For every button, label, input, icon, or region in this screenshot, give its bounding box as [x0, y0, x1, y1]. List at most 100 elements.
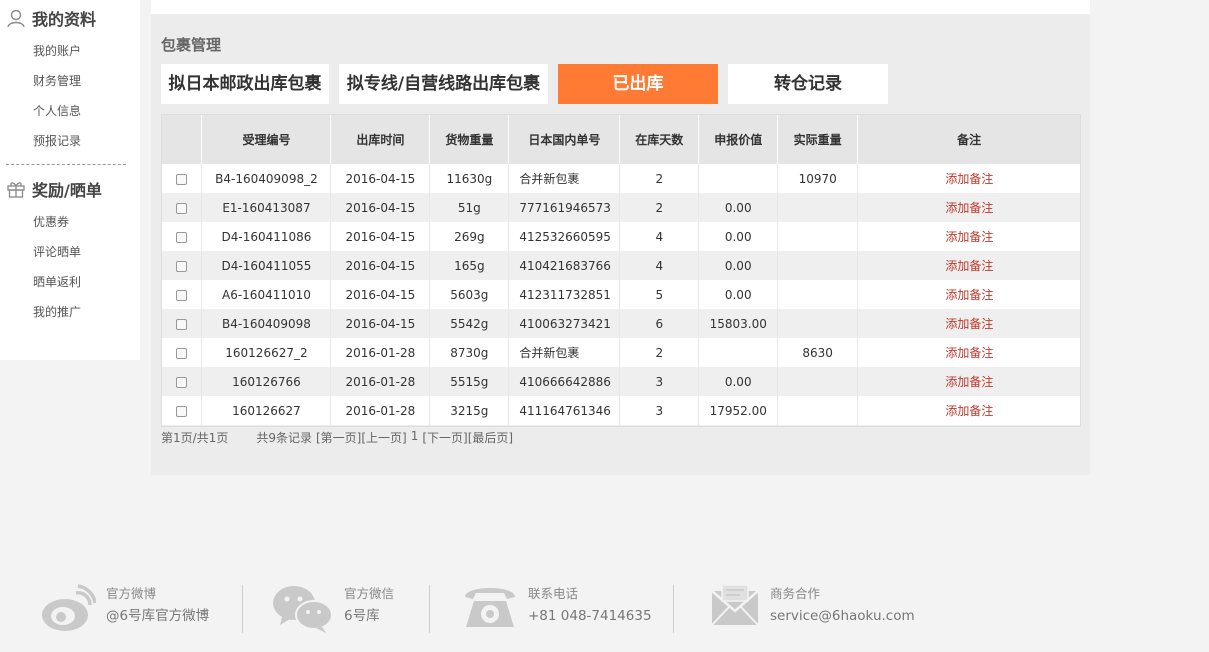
current-page: 1 [410, 429, 419, 443]
row-checkbox[interactable] [175, 173, 187, 185]
footer-weibo-value: @6号库官方微博 [106, 608, 210, 624]
row-checkbox[interactable] [175, 376, 187, 388]
cell-id: B4-160409098 [201, 309, 332, 338]
row-checkbox[interactable] [175, 202, 187, 214]
sidebar-rewards-item-1[interactable]: 评论晒单 [0, 237, 140, 267]
footer-weibo[interactable]: 官方微博 @6号库官方微博 [40, 583, 209, 633]
add-note-link[interactable]: 添加备注 [857, 338, 1081, 367]
footer-divider [673, 585, 674, 633]
sidebar-profile-item-2[interactable]: 个人信息 [0, 96, 140, 126]
cell-days: 6 [619, 309, 700, 338]
footer-business-value: service@6haoku.com [770, 608, 915, 624]
add-note-link[interactable]: 添加备注 [857, 193, 1081, 222]
top-strip [151, 0, 1090, 14]
cell-id: 160126627 [201, 396, 332, 425]
cell-weight: 5603g [429, 280, 510, 309]
cell-days: 4 [619, 222, 700, 251]
column-header-0 [161, 114, 203, 164]
first-page-link[interactable]: [第一页] [316, 429, 361, 446]
tab-jp-post-pending[interactable]: 拟日本邮政出库包裹 [161, 64, 329, 104]
wechat-icon [273, 586, 333, 633]
row-select-cell [161, 396, 203, 425]
sidebar-profile-item-3[interactable]: 预报记录 [0, 126, 140, 156]
add-note-link[interactable]: 添加备注 [857, 396, 1081, 425]
row-select-cell [161, 367, 203, 396]
footer-wechat[interactable]: 官方微信 6号库 [272, 583, 394, 633]
sidebar-rewards-item-3[interactable]: 我的推广 [0, 297, 140, 327]
cell-date: 2016-01-28 [330, 367, 431, 396]
table-row: E1-160413087 2016-04-15 51g 777161946573 2 0.… [161, 193, 1081, 222]
column-header-8: 备注 [857, 114, 1081, 164]
cell-actual [777, 367, 859, 396]
cell-weight: 5542g [429, 309, 510, 338]
cell-tracking: 411164761346 [508, 396, 621, 425]
cell-id: D4-160411055 [201, 251, 332, 280]
add-note-link[interactable]: 添加备注 [857, 251, 1081, 280]
footer-wechat-value: 6号库 [344, 608, 380, 624]
add-note-link[interactable]: 添加备注 [857, 280, 1081, 309]
cell-actual [777, 222, 859, 251]
cell-date: 2016-01-28 [330, 338, 431, 367]
cell-days: 3 [619, 396, 700, 425]
tab-transfer-records[interactable]: 转仓记录 [728, 64, 888, 104]
column-header-1: 受理编号 [201, 114, 332, 164]
sidebar-rewards-item-2[interactable]: 晒单返利 [0, 267, 140, 297]
cell-days: 2 [619, 193, 700, 222]
row-checkbox[interactable] [175, 260, 187, 272]
footer-phone[interactable]: 联系电话 +81 048-7414635 [462, 583, 652, 629]
table-row: D4-160411055 2016-04-15 165g 410421683766 4 0… [161, 251, 1081, 280]
sidebar-rewards-item-0[interactable]: 优惠券 [0, 207, 140, 237]
cell-value [698, 338, 779, 367]
section-title-profile-label: 我的资料 [32, 10, 97, 29]
table-row: 160126627_2 2016-01-28 8730g 合并新包裹 2 8630 添加备注 [161, 338, 1081, 367]
tab-shipped[interactable]: 已出库 [558, 64, 718, 104]
mail-icon [711, 584, 759, 626]
last-page-link[interactable]: [最后页] [468, 429, 513, 446]
row-checkbox[interactable] [175, 347, 187, 359]
user-icon [7, 9, 25, 28]
cell-actual: 8630 [777, 338, 859, 367]
cell-tracking: 合并新包裹 [508, 164, 621, 193]
cell-value: 17952.00 [698, 396, 779, 425]
cell-actual [777, 251, 859, 280]
cell-date: 2016-01-28 [330, 396, 431, 425]
footer-weibo-label: 官方微博 [106, 586, 157, 601]
row-checkbox[interactable] [175, 289, 187, 301]
add-note-link[interactable]: 添加备注 [857, 309, 1081, 338]
cell-tracking: 777161946573 [508, 193, 621, 222]
row-select-cell [161, 222, 203, 251]
cell-id: E1-160413087 [201, 193, 332, 222]
add-note-link[interactable]: 添加备注 [857, 164, 1081, 193]
package-management-panel: 包裹管理 拟日本邮政出库包裹 拟专线/自营线路出库包裹 已出库 转仓记录 受理编… [151, 14, 1090, 475]
table-row: B4-160409098 2016-04-15 5542g 410063273421 6… [161, 309, 1081, 338]
section-title-rewards-label: 奖励/晒单 [32, 181, 102, 200]
section-title-rewards: 奖励/晒单 [0, 171, 140, 207]
table-row: B4-160409098_2 2016-04-15 11630g 合并新包裹 2 1097… [161, 164, 1081, 193]
sidebar-profile-item-1[interactable]: 财务管理 [0, 66, 140, 96]
footer-business[interactable]: 商务合作 service@6haoku.com [710, 583, 915, 627]
cell-date: 2016-04-15 [330, 193, 431, 222]
cell-tracking: 412311732851 [508, 280, 621, 309]
add-note-link[interactable]: 添加备注 [857, 367, 1081, 396]
next-page-link[interactable]: [下一页] [422, 429, 467, 446]
cell-date: 2016-04-15 [330, 280, 431, 309]
prev-page-link[interactable]: [上一页] [361, 429, 406, 446]
column-header-7: 实际重量 [777, 114, 859, 164]
row-checkbox[interactable] [175, 405, 187, 417]
cell-value [698, 164, 779, 193]
cell-actual [777, 280, 859, 309]
tab-special-line-pending[interactable]: 拟专线/自营线路出库包裹 [339, 64, 548, 104]
cell-weight: 11630g [429, 164, 510, 193]
cell-weight: 5515g [429, 367, 510, 396]
cell-date: 2016-04-15 [330, 164, 431, 193]
row-select-cell [161, 251, 203, 280]
sidebar-profile-item-0[interactable]: 我的账户 [0, 36, 140, 66]
row-checkbox[interactable] [175, 318, 187, 330]
tab-bar: 拟日本邮政出库包裹 拟专线/自营线路出库包裹 已出库 转仓记录 [161, 64, 898, 104]
add-note-link[interactable]: 添加备注 [857, 222, 1081, 251]
row-checkbox[interactable] [175, 231, 187, 243]
sidebar-divider [6, 164, 126, 165]
table-row: D4-160411086 2016-04-15 269g 412532660595 4 0… [161, 222, 1081, 251]
total-records: 共9条记录 [256, 431, 312, 445]
cell-weight: 51g [429, 193, 510, 222]
